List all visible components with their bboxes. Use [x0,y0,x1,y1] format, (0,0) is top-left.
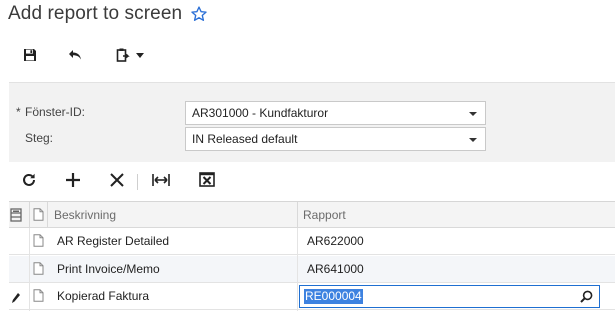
clipboard-icon [115,47,131,63]
required-mark: * [16,105,21,119]
screen-id-value: AR301000 - Kundfakturor [192,106,329,120]
undo-button[interactable] [64,41,88,69]
close-icon [110,172,124,192]
column-divider [29,202,30,228]
column-divider [47,202,48,228]
grid-header: Beskrivning Rapport [9,202,615,228]
refresh-icon [21,172,37,193]
delete-row-button[interactable] [105,170,129,194]
excel-export-icon [199,172,215,192]
screen-id-row: * Fönster-ID: AR301000 - Kundfakturor [9,101,615,125]
column-divider [297,228,298,311]
form-panel: * Fönster-ID: AR301000 - Kundfakturor St… [9,82,615,162]
undo-icon [68,48,84,62]
step-value: IN Released default [192,132,298,146]
column-header-description[interactable]: Beskrivning [54,202,116,228]
step-label: Steg: [25,131,54,145]
chevron-down-icon [469,112,477,116]
file-icon [33,289,44,307]
reports-grid: Beskrivning Rapport AR Register Detailed… [9,201,615,311]
page-title: Add report to screen [8,3,183,24]
excel-export-button[interactable] [195,170,219,194]
screen-id-label: * Fönster-ID: [16,105,86,119]
step-row: Steg: IN Released default [9,127,615,151]
table-row[interactable]: Print Invoice/Memo AR641000 [9,256,615,283]
chevron-down-icon [469,138,477,142]
save-button[interactable] [18,41,42,69]
report-cell[interactable]: AR622000 [307,234,364,248]
table-row-editing[interactable]: Kopierad Faktura RE000004 [9,283,615,310]
screen-id-select[interactable]: AR301000 - Kundfakturor [185,101,486,125]
description-cell[interactable]: Kopierad Faktura [57,289,149,303]
favorite-star-icon[interactable] [190,5,208,23]
step-select[interactable]: IN Released default [185,127,486,151]
column-divider [29,228,30,311]
save-icon [23,48,37,62]
refresh-button[interactable] [17,170,41,194]
file-icon [33,262,44,280]
title-bar: Add report to screen [0,0,615,28]
file-icon [33,208,44,226]
plus-icon [66,172,80,192]
row-selector-icon[interactable] [10,208,22,227]
report-cell[interactable]: AR641000 [307,262,364,276]
column-divider[interactable] [297,202,298,228]
table-row[interactable]: AR Register Detailed AR622000 [9,228,615,255]
fit-columns-button[interactable] [149,170,173,194]
chevron-down-icon [135,52,144,58]
report-lookup-input[interactable]: RE000004 [299,285,600,308]
report-lookup-value[interactable]: RE000004 [304,289,363,304]
toolbar-divider [137,174,138,190]
grid-toolbar [9,166,615,198]
main-toolbar [0,38,615,72]
description-cell[interactable]: AR Register Detailed [57,234,169,248]
screen-id-label-text: Fönster-ID: [25,105,86,119]
fit-columns-icon [152,173,170,192]
pencil-icon [11,291,21,309]
description-cell[interactable]: Print Invoice/Memo [57,262,160,276]
clipboard-menu-button[interactable] [110,41,148,69]
column-header-report[interactable]: Rapport [303,202,346,228]
file-icon [33,234,44,252]
add-row-button[interactable] [61,170,85,194]
search-icon[interactable] [580,290,593,308]
